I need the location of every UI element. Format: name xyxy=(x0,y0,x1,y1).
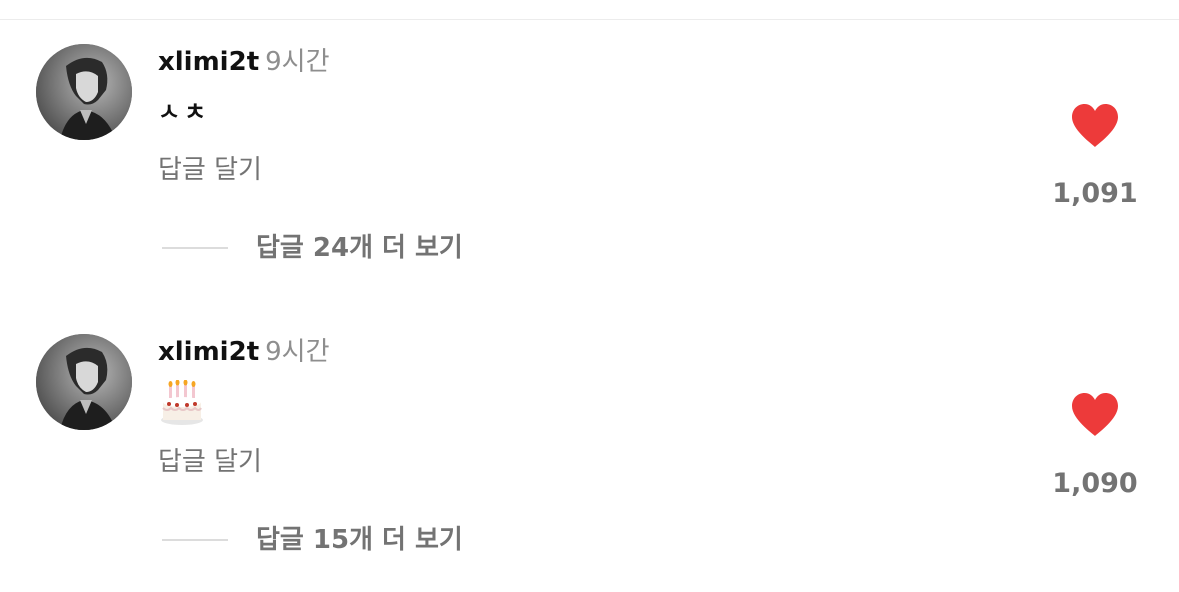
comment-text: ㅅㅊ xyxy=(158,98,211,126)
view-replies-button[interactable]: 답글 15개 더 보기 xyxy=(162,524,463,556)
comment-time: 9시간 xyxy=(265,47,330,77)
avatar-photo xyxy=(36,44,132,140)
comment-item: xlimi2t 9시간 답글 달기 답글 15개 더 보기 1,090 xyxy=(0,290,1179,555)
view-replies-button[interactable]: 답글 24개 더 보기 xyxy=(162,232,463,264)
avatar-photo xyxy=(36,334,132,430)
avatar[interactable] xyxy=(36,334,132,430)
avatar[interactable] xyxy=(36,44,132,140)
view-replies-divider xyxy=(162,247,228,249)
view-replies-label: 답글 24개 더 보기 xyxy=(256,233,463,263)
username[interactable]: xlimi2t xyxy=(158,337,259,367)
like-button[interactable] xyxy=(1070,103,1120,149)
heart-filled-icon xyxy=(1072,104,1118,147)
birthday-cake-icon xyxy=(159,379,205,426)
comment-item: xlimi2t 9시간 ㅅㅊ 답글 달기 답글 24개 더 보기 1,091 xyxy=(0,0,1179,263)
reply-button[interactable]: 답글 달기 xyxy=(158,154,262,186)
heart-filled-icon xyxy=(1072,393,1118,436)
reply-button[interactable]: 답글 달기 xyxy=(158,446,262,478)
comment-header: xlimi2t 9시간 xyxy=(158,46,330,78)
view-replies-label: 답글 15개 더 보기 xyxy=(256,525,463,555)
like-count: 1,090 xyxy=(1052,468,1138,499)
like-count: 1,091 xyxy=(1052,178,1138,209)
username[interactable]: xlimi2t xyxy=(158,47,259,77)
comment-header: xlimi2t 9시간 xyxy=(158,336,330,368)
comment-time: 9시간 xyxy=(265,337,330,367)
like-button[interactable] xyxy=(1070,392,1120,438)
view-replies-divider xyxy=(162,539,228,541)
